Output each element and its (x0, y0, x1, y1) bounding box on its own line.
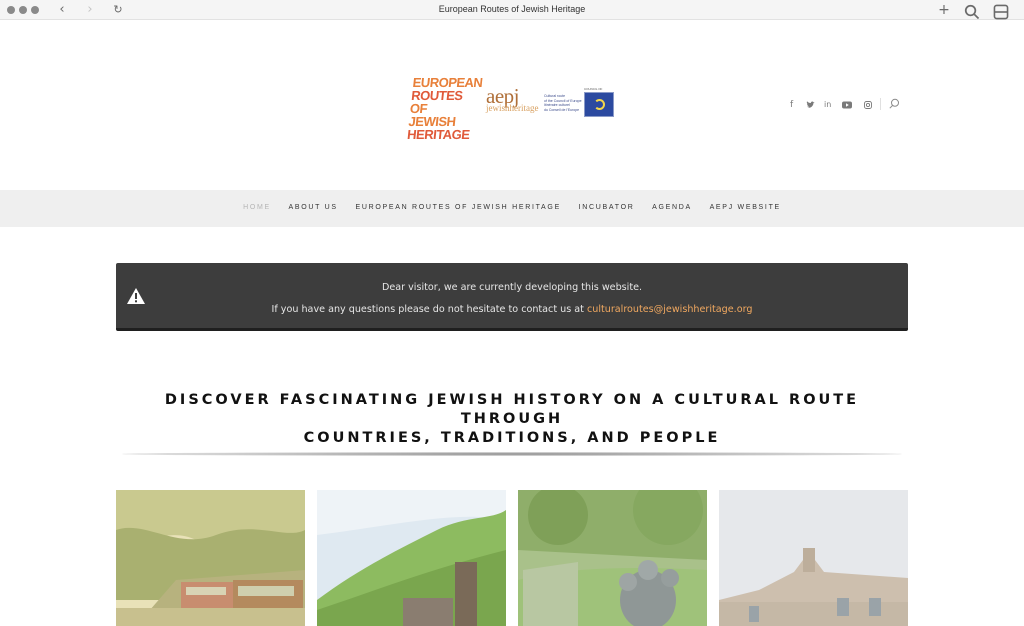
instagram-icon[interactable] (864, 101, 872, 109)
notice-text: Dear visitor, we are currently developin… (381, 282, 643, 293)
aepj-logo[interactable]: aepj jewishheritage (486, 86, 546, 120)
nav-item-home[interactable]: HOME (243, 204, 271, 211)
nav-item-european-routes[interactable]: EUROPEAN ROUTES OF JEWISH HERITAGE (355, 204, 560, 211)
notice-banner: Dear visitor, we are currently developin… (116, 263, 908, 331)
youtube-icon[interactable] (842, 101, 852, 109)
search-icon[interactable] (889, 98, 900, 109)
council-of-europe-logo (584, 92, 614, 117)
sidebar-icon[interactable] (993, 4, 1009, 20)
search-icon[interactable] (964, 4, 980, 20)
route-card-image-building[interactable] (719, 490, 908, 626)
route-card-image-memorial[interactable] (518, 490, 707, 626)
aepj-caption: Cultural route of the Council of Europe … (544, 94, 582, 112)
nav-item-incubator[interactable]: INCUBATOR (579, 204, 635, 211)
route-card-image-hill[interactable] (317, 490, 506, 626)
route-card-image-train[interactable] (116, 490, 305, 626)
new-tab-icon[interactable]: + (936, 2, 952, 18)
notice-contact-text: If you have any questions please do not … (271, 304, 753, 315)
coe-caption: COUNCIL OF EUROPE (584, 87, 603, 95)
nav-item-aepj-website[interactable]: AEPJ WEBSITE (710, 204, 781, 211)
linkedin-icon[interactable]: in (824, 100, 831, 109)
nav-item-agenda[interactable]: AGENDA (652, 204, 692, 211)
nav-item-about-us[interactable]: ABOUT US (289, 204, 338, 211)
browser-toolbar: ‹ › ↻ European Routes of Jewish Heritage… (0, 0, 1024, 20)
facebook-icon[interactable]: f (790, 100, 793, 110)
twitter-icon[interactable] (806, 101, 815, 109)
contact-email-link[interactable]: culturalroutes@jewishheritage.org (587, 304, 752, 315)
divider (122, 452, 902, 456)
site-header: EUROPEAN ROUTES OF JEWISH HERITAGE aepj … (0, 20, 1024, 190)
tab-title: European Routes of Jewish Heritage (438, 4, 586, 14)
page-headline: DISCOVER FASCINATING JEWISH HISTORY ON A… (164, 392, 860, 446)
main-nav: HOME ABOUT US EUROPEAN ROUTES OF JEWISH … (0, 190, 1024, 227)
routes-logo[interactable]: EUROPEAN ROUTES OF JEWISH HERITAGE (406, 75, 483, 142)
